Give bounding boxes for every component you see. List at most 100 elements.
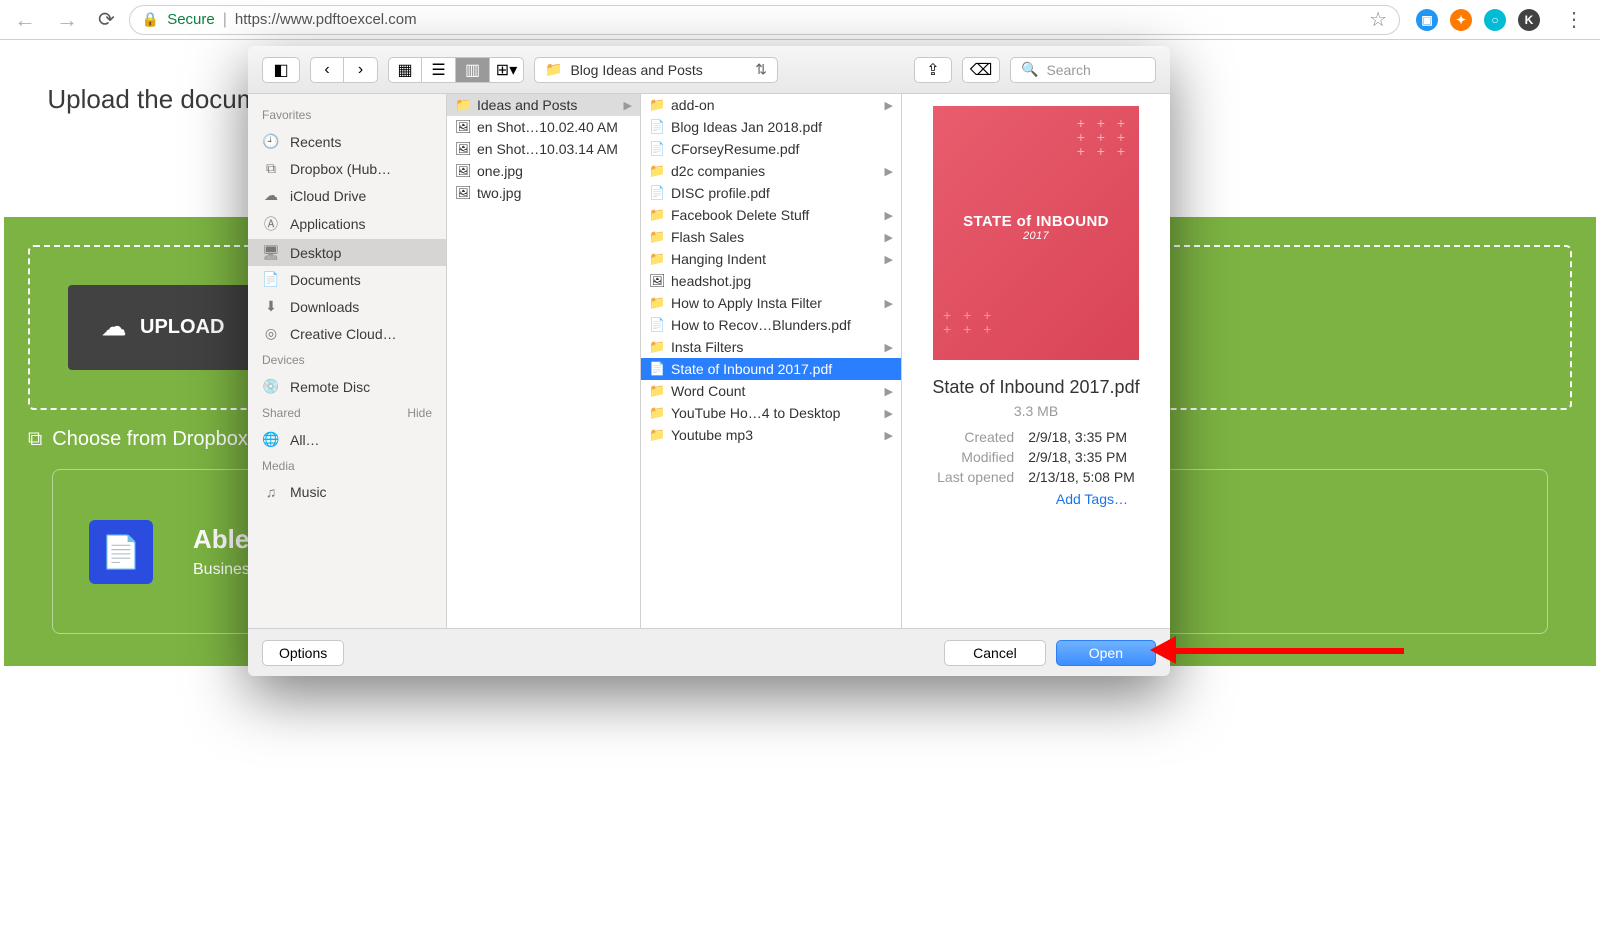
finder-footer: Options Cancel Open: [248, 628, 1170, 676]
file-label: Insta Filters: [671, 339, 743, 355]
promo-app-icon: 📄: [89, 520, 153, 584]
sidebar-item-label: Remote Disc: [290, 379, 370, 395]
file-list-item[interactable]: 📁Hanging Indent▶: [641, 248, 901, 270]
open-button[interactable]: Open: [1056, 640, 1156, 666]
sidebar-item[interactable]: 🕘Recents: [248, 128, 446, 155]
sidebar-item[interactable]: ⧉Dropbox (Hub…: [248, 155, 446, 182]
extension-icon[interactable]: ▣: [1416, 9, 1438, 31]
file-list-item[interactable]: 📁How to Apply Insta Filter▶: [641, 292, 901, 314]
view-list-button[interactable]: ☰: [422, 57, 456, 83]
file-list-item[interactable]: 📄How to Recov…Blunders.pdf: [641, 314, 901, 336]
disclosure-arrow-icon: ▶: [885, 253, 893, 266]
folder-icon: 📁: [649, 339, 665, 355]
nav-forward-icon[interactable]: →: [50, 7, 84, 33]
page-content: Upload the docume ______________________…: [0, 40, 1600, 929]
file-list-item[interactable]: 📁add-on▶: [641, 94, 901, 116]
view-icon-button[interactable]: ▦: [388, 57, 422, 83]
cloud-upload-icon: ☁: [102, 313, 126, 342]
add-tags-link[interactable]: Add Tags…: [920, 491, 1152, 507]
sidebar-item[interactable]: 🖥Desktop: [248, 239, 446, 266]
view-gallery-button[interactable]: ⊞▾: [490, 57, 524, 83]
file-list-item[interactable]: 📄Blog Ideas Jan 2018.pdf: [641, 116, 901, 138]
extension-avatar-icon[interactable]: K: [1518, 9, 1540, 31]
file-label: How to Apply Insta Filter: [671, 295, 822, 311]
finder-preview-pane: + + ++ + ++ + + + + ++ + + STATE of INBO…: [902, 94, 1170, 628]
file-list-item[interactable]: 🖼one.jpg: [447, 160, 640, 182]
finder-toolbar: ◧ ‹ › ▦ ☰ ▥ ⊞▾ 📁 Blog Ideas and Posts ⇅ …: [248, 46, 1170, 94]
file-list-item[interactable]: 🖼en Shot…10.03.14 AM: [447, 138, 640, 160]
nav-forward-button[interactable]: ›: [344, 57, 378, 83]
file-list-item[interactable]: 🖼en Shot…10.02.40 AM: [447, 116, 640, 138]
file-list-item[interactable]: 📁Facebook Delete Stuff▶: [641, 204, 901, 226]
reload-icon[interactable]: ⟳: [92, 7, 121, 32]
sidebar-item[interactable]: 🌐 All…: [248, 426, 446, 453]
sidebar-item-icon: 🌐: [262, 431, 280, 448]
sidebar-item[interactable]: ◎Creative Cloud…: [248, 320, 446, 347]
file-list-item[interactable]: 📁d2c companies▶: [641, 160, 901, 182]
sidebar-item[interactable]: ⒶApplications: [248, 209, 446, 239]
file-list-item[interactable]: 🖼two.jpg: [447, 182, 640, 204]
upload-button[interactable]: ☁ UPLOAD: [68, 285, 258, 370]
sidebar-item-icon: 🖥: [262, 244, 280, 261]
tags-button[interactable]: ⌫: [962, 57, 1000, 83]
cancel-button[interactable]: Cancel: [944, 640, 1046, 666]
file-label: Facebook Delete Stuff: [671, 207, 809, 223]
folder-icon: 📁: [455, 97, 471, 113]
nav-back-icon[interactable]: ←: [8, 7, 42, 33]
file-list-item[interactable]: 🖼headshot.jpg: [641, 270, 901, 292]
finder-search-input[interactable]: 🔍 Search: [1010, 57, 1156, 83]
file-label: Youtube mp3: [671, 427, 753, 443]
nav-back-button[interactable]: ‹: [310, 57, 344, 83]
file-list-item[interactable]: 📄CForseyResume.pdf: [641, 138, 901, 160]
file-list-item[interactable]: 📁Insta Filters▶: [641, 336, 901, 358]
address-bar[interactable]: 🔒 Secure | https://www.pdftoexcel.com ☆: [129, 5, 1400, 35]
view-column-button[interactable]: ▥: [456, 57, 490, 83]
sidebar-item-label: All…: [290, 432, 320, 448]
sidebar-item[interactable]: ⬇Downloads: [248, 293, 446, 320]
sidebar-item[interactable]: ☁iCloud Drive: [248, 182, 446, 209]
image-file-icon: 🖼: [455, 185, 471, 201]
path-dropdown[interactable]: 📁 Blog Ideas and Posts ⇅: [534, 57, 778, 83]
file-list-item[interactable]: 📁Flash Sales▶: [641, 226, 901, 248]
extension-icon[interactable]: ✦: [1450, 9, 1472, 31]
options-button[interactable]: Options: [262, 640, 344, 666]
sidebar-item[interactable]: 💿 Remote Disc: [248, 373, 446, 400]
share-button[interactable]: ⇪: [914, 57, 952, 83]
folder-icon: 📁: [649, 97, 665, 113]
file-label: one.jpg: [477, 163, 523, 179]
file-list-item[interactable]: 📁Ideas and Posts▶: [447, 94, 640, 116]
chevron-updown-icon: ⇅: [755, 61, 767, 78]
file-label: State of Inbound 2017.pdf: [671, 361, 832, 377]
bookmark-star-icon[interactable]: ☆: [1369, 7, 1387, 32]
sidebar-item[interactable]: ♫Music: [248, 479, 446, 505]
file-label: DISC profile.pdf: [671, 185, 770, 201]
disclosure-arrow-icon: ▶: [885, 165, 893, 178]
hide-link[interactable]: Hide: [407, 406, 432, 420]
image-file-icon: 🖼: [455, 119, 471, 135]
extension-icon[interactable]: ○: [1484, 9, 1506, 31]
sidebar-item-icon: 💿: [262, 378, 280, 395]
pdf-file-icon: 📄: [649, 141, 665, 157]
sidebar-toggle-button[interactable]: ◧: [262, 57, 300, 83]
sidebar-item-icon: 📄: [262, 271, 280, 288]
image-file-icon: 🖼: [649, 273, 665, 289]
file-list-item[interactable]: 📁Word Count▶: [641, 380, 901, 402]
sidebar-header-devices: Devices: [248, 347, 446, 373]
sidebar-item[interactable]: 📄 Documents: [248, 266, 446, 293]
sidebar-item-icon: ◎: [262, 325, 280, 342]
disclosure-arrow-icon: ▶: [885, 209, 893, 222]
file-list-item[interactable]: 📄State of Inbound 2017.pdf: [641, 358, 901, 380]
dropbox-icon: ⧉: [28, 428, 42, 451]
sidebar-item-label: Documents: [290, 272, 361, 288]
file-list-item[interactable]: 📄DISC profile.pdf: [641, 182, 901, 204]
path-label: Blog Ideas and Posts: [570, 62, 702, 78]
folder-icon: 📁: [545, 61, 562, 78]
file-list-item[interactable]: 📁YouTube Ho…4 to Desktop▶: [641, 402, 901, 424]
disclosure-arrow-icon: ▶: [885, 297, 893, 310]
sidebar-item-icon: ⬇: [262, 298, 280, 315]
file-label: Hanging Indent: [671, 251, 766, 267]
file-list-item[interactable]: 📁Youtube mp3▶: [641, 424, 901, 446]
preview-filename: State of Inbound 2017.pdf: [932, 376, 1139, 399]
file-label: Blog Ideas Jan 2018.pdf: [671, 119, 822, 135]
browser-menu-icon[interactable]: ⋮: [1556, 7, 1592, 32]
